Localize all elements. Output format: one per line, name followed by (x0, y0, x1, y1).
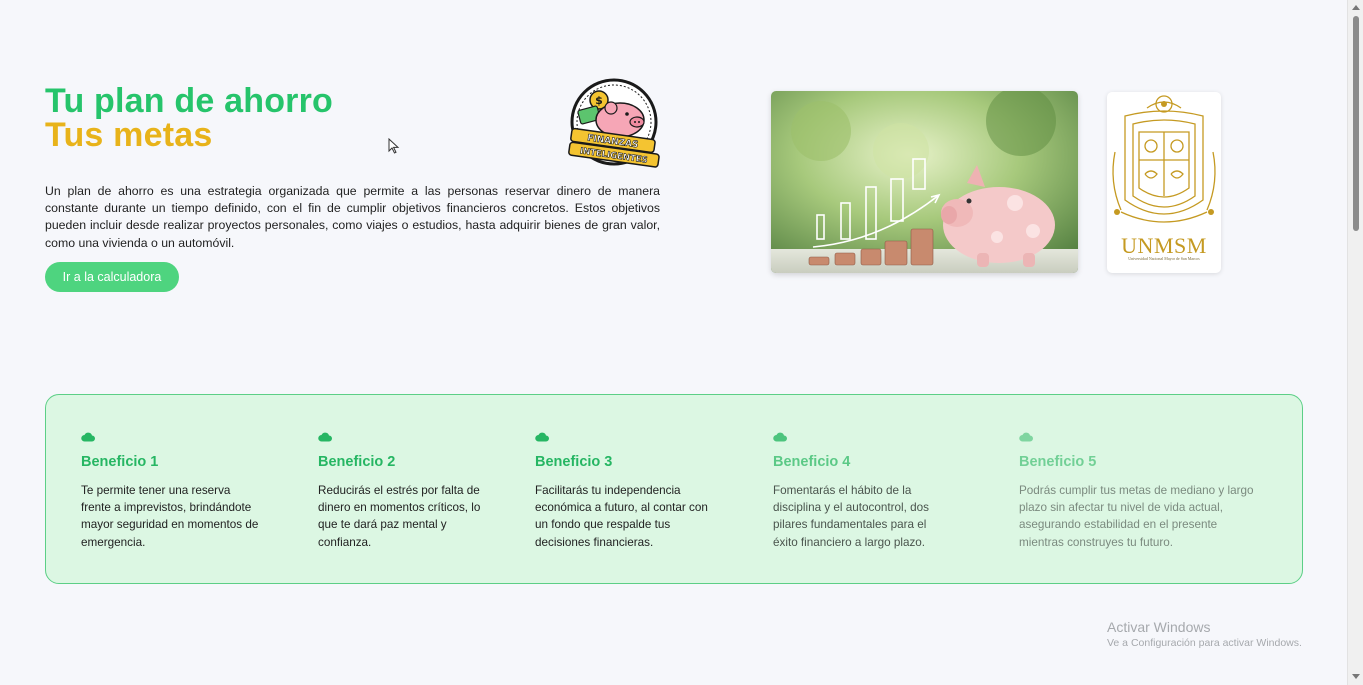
scrollbar-thumb[interactable] (1353, 16, 1359, 231)
svg-text:$: $ (595, 94, 603, 107)
cursor-icon (388, 137, 400, 154)
benefit-title: Beneficio 4 (773, 454, 851, 470)
benefit-text: Fomentarás el hábito de la disciplina y … (773, 484, 929, 549)
scroll-down-arrow-icon[interactable] (1352, 674, 1360, 679)
vertical-scrollbar[interactable] (1347, 0, 1363, 685)
benefit-title: Beneficio 5 (1019, 454, 1097, 470)
finanzas-inteligentes-logo: $ FINANZAS INTELIGENTES (565, 78, 661, 168)
benefit-card-1: Beneficio 1 Te permite tener una reserva… (81, 431, 261, 551)
cloud-icon (1019, 432, 1033, 442)
piggy-bank-photo (771, 91, 1078, 273)
benefit-text: Reducirás el estrés por falta de dinero … (318, 484, 481, 549)
windows-activation-subtitle: Ve a Configuración para activar Windows. (1107, 637, 1302, 649)
benefits-panel: Beneficio 1 Te permite tener una reserva… (45, 394, 1303, 584)
benefit-title: Beneficio 3 (535, 454, 613, 470)
benefit-card-4: Beneficio 4 Fomentarás el hábito de la d… (773, 431, 953, 551)
benefit-text: Facilitarás tu independencia económica a… (535, 484, 708, 549)
benefit-title: Beneficio 2 (318, 454, 396, 470)
benefit-card-5: Beneficio 5 Podrás cumplir tus metas de … (1019, 431, 1254, 551)
cloud-icon (773, 432, 787, 442)
cloud-icon (535, 432, 549, 442)
scroll-up-arrow-icon[interactable] (1352, 5, 1360, 10)
windows-activation-title: Activar Windows (1107, 619, 1211, 635)
page: Tu plan de ahorro Tus metas $ FINANZAS I… (0, 0, 1347, 685)
hero-title-secondary: Tus metas (45, 116, 213, 154)
intro-paragraph: Un plan de ahorro es una estrategia orga… (45, 184, 660, 250)
calculator-button[interactable]: Ir a la calculadora (45, 262, 179, 292)
unmsm-crest: UNMSM Universidad Nacional Mayor de San … (1107, 92, 1221, 273)
benefit-card-2: Beneficio 2 Reducirás el estrés por falt… (318, 431, 498, 551)
benefit-title: Beneficio 1 (81, 454, 159, 470)
cloud-icon (81, 432, 95, 442)
benefit-card-3: Beneficio 3 Facilitarás tu independencia… (535, 431, 715, 551)
benefit-text: Podrás cumplir tus metas de mediano y la… (1019, 484, 1254, 549)
cloud-icon (318, 432, 332, 442)
crest-subtitle: Universidad Nacional Mayor de San Marcos (1128, 256, 1200, 261)
benefit-text: Te permite tener una reserva frente a im… (81, 484, 259, 549)
